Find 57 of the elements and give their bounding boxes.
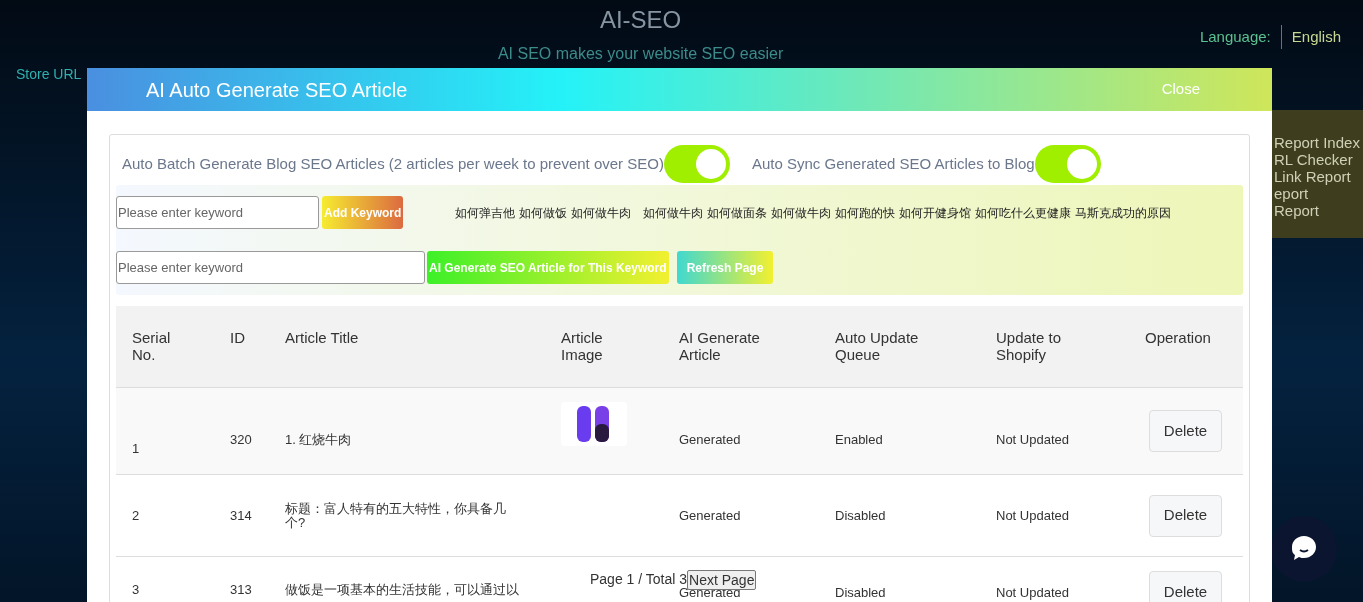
table-cell-text: 1 [132, 439, 141, 456]
toggle-label: Auto Batch Generate Blog SEO Articles (2 articles per week to prevent over SEO) [122, 153, 664, 174]
table-cell-text: 标题：富人特有的五大特性，你具备几个? [285, 501, 507, 530]
toggle-switch[interactable] [1034, 145, 1101, 183]
keyword-tag: 如何做牛肉 [771, 203, 832, 222]
toggle-label: Auto Sync Generated SEO Articles to Blog [751, 153, 1035, 174]
table-cell-text: 做饭是一项基本的生活技能，可以通过以 [285, 583, 520, 597]
keyword-tag: 马斯克成功的原因 [1075, 203, 1172, 222]
side-menu-item[interactable]: Report Index [1274, 134, 1363, 151]
page-info: Page 1 / Total 3 [590, 570, 688, 588]
language-select[interactable]: English [1291, 25, 1341, 49]
table-cell-text: Not Updated [996, 506, 1070, 525]
table-cell-text: 320 [230, 430, 253, 447]
table-cell-text: 313 [230, 583, 253, 597]
table-cell-text: 3 [132, 583, 141, 597]
side-menu-item[interactable]: Link Report [1274, 168, 1363, 185]
column-header: Update to Shopify [996, 329, 1063, 363]
app-subtitle: AI SEO makes your website SEO easier [497, 44, 784, 64]
keyword-tag: 如何做面条 [707, 203, 768, 222]
table-cell-text: Not Updated [996, 584, 1070, 602]
keyword-tag: 如何开健身馆 [899, 203, 972, 222]
side-menu-item[interactable]: eport [1274, 185, 1363, 202]
keyword-tag: 如何做饭 [519, 203, 568, 222]
table-cell-text: 1. 红烧牛肉 [285, 430, 353, 447]
table-cell-text: Disabled [835, 506, 887, 525]
column-header: Operation [1145, 329, 1212, 346]
column-header: Article Image [561, 329, 604, 363]
store-url-label: Store URL [16, 66, 82, 82]
column-header: ID [230, 329, 246, 346]
table-cell-text: 2 [132, 508, 141, 523]
keyword-tag: 如何弹吉他 [455, 203, 516, 222]
keyword-tag: 如何做牛肉 [643, 203, 704, 222]
delete-button[interactable]: Delete [1149, 571, 1222, 602]
side-menu-item[interactable]: RL Checker [1274, 151, 1363, 168]
keyword-tag: 如何做牛肉 [571, 203, 632, 222]
delete-button[interactable]: Delete [1149, 410, 1222, 452]
keyword-tag: 如何跑的快 [835, 203, 896, 222]
keyword-tag: 如何吃什么更健康 [975, 203, 1072, 222]
column-header: Auto Update Queue [835, 329, 920, 363]
table-cell-text: 314 [230, 508, 253, 523]
app-title: AI-SEO [599, 5, 682, 35]
table-cell-text: Generated [679, 430, 742, 449]
language-label: Language: [1199, 26, 1271, 47]
keyword-input[interactable]: Please enter keyword [116, 196, 319, 229]
side-menu-item[interactable]: Report [1274, 202, 1363, 219]
column-header: AI Generate Article [679, 329, 761, 363]
table-cell-text: Enabled [835, 430, 884, 449]
table-cell-text: Generated [679, 506, 742, 525]
delete-button[interactable]: Delete [1149, 494, 1222, 537]
article-keyword-input[interactable]: Please enter keyword [116, 251, 425, 284]
column-header: Serial No. [132, 329, 172, 363]
table-cell-text: Disabled [835, 584, 887, 602]
next-page-button[interactable]: Next Page [687, 569, 757, 590]
table-cell-text: Not Updated [996, 430, 1070, 449]
toggle-switch[interactable] [663, 145, 730, 183]
column-header: Article Title [285, 329, 360, 346]
modal-title: AI Auto Generate SEO Article [146, 77, 408, 103]
